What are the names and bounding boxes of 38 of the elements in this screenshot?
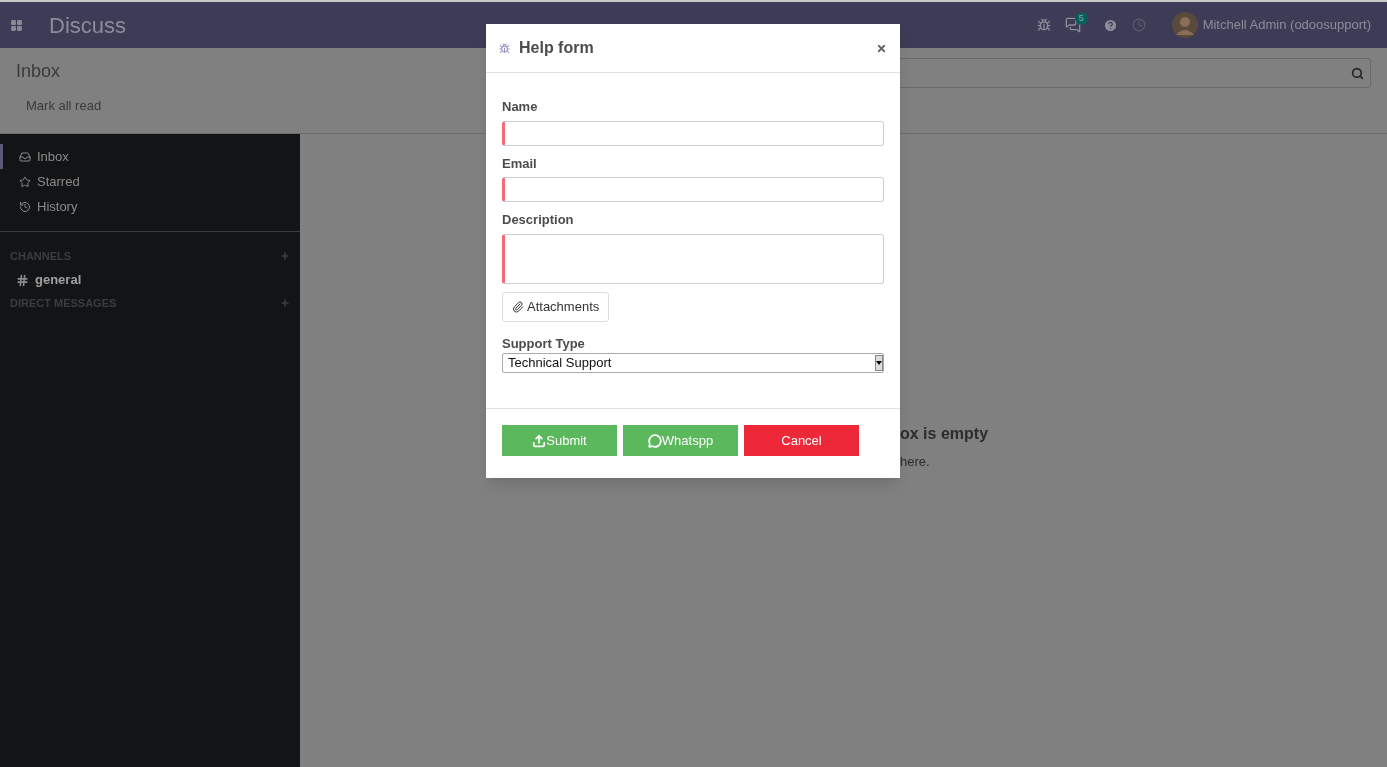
description-field[interactable] [502,233,884,284]
clock-icon[interactable] [1131,18,1146,32]
page-title: Inbox [16,60,61,83]
notification-badge: 5 [1074,12,1088,25]
empty-text: here. [900,453,931,471]
field-label: Email [502,154,538,173]
sidebar-item-icon [19,200,31,213]
sidebar-item-icon [19,150,31,163]
mark-all-read-button[interactable]: Mark all read [16,94,112,118]
help-icon[interactable] [1102,17,1118,33]
dialog-title: Help form [519,38,594,58]
hash-icon [16,273,29,287]
attachments-button[interactable]: Attachments [502,291,610,322]
search-icon[interactable] [1351,66,1364,80]
sidebar-item[interactable]: Inbox [0,144,300,169]
field-label: Name [502,98,539,116]
apps-menu-icon[interactable] [10,18,23,32]
text-field[interactable] [502,177,884,202]
text-field[interactable] [502,120,884,146]
field-label: Support Type [502,334,586,353]
chat-bubble-icon [647,433,662,448]
upload-icon [532,433,547,448]
field-label: Description [502,211,575,229]
empty-title: ox is empty [900,424,990,444]
paperclip-icon [512,300,524,313]
channel-item[interactable]: general [0,269,300,291]
bug-icon[interactable] [1036,18,1051,32]
sidebar-item[interactable]: History [0,194,300,219]
messages-icon[interactable] [1064,17,1081,33]
cancel-button[interactable]: Cancel [744,425,859,456]
bug-icon [499,42,510,54]
avatar-icon[interactable] [1171,12,1198,38]
close-icon[interactable] [876,42,887,54]
sidebar-item-icon [19,175,31,188]
app-title: Discuss [49,11,126,40]
user-name[interactable]: Mitchell Admin (odoosupport) [1202,15,1371,35]
support-type-select[interactable]: Technical Support [502,353,884,373]
sidebar-item[interactable]: Starred [0,169,300,194]
